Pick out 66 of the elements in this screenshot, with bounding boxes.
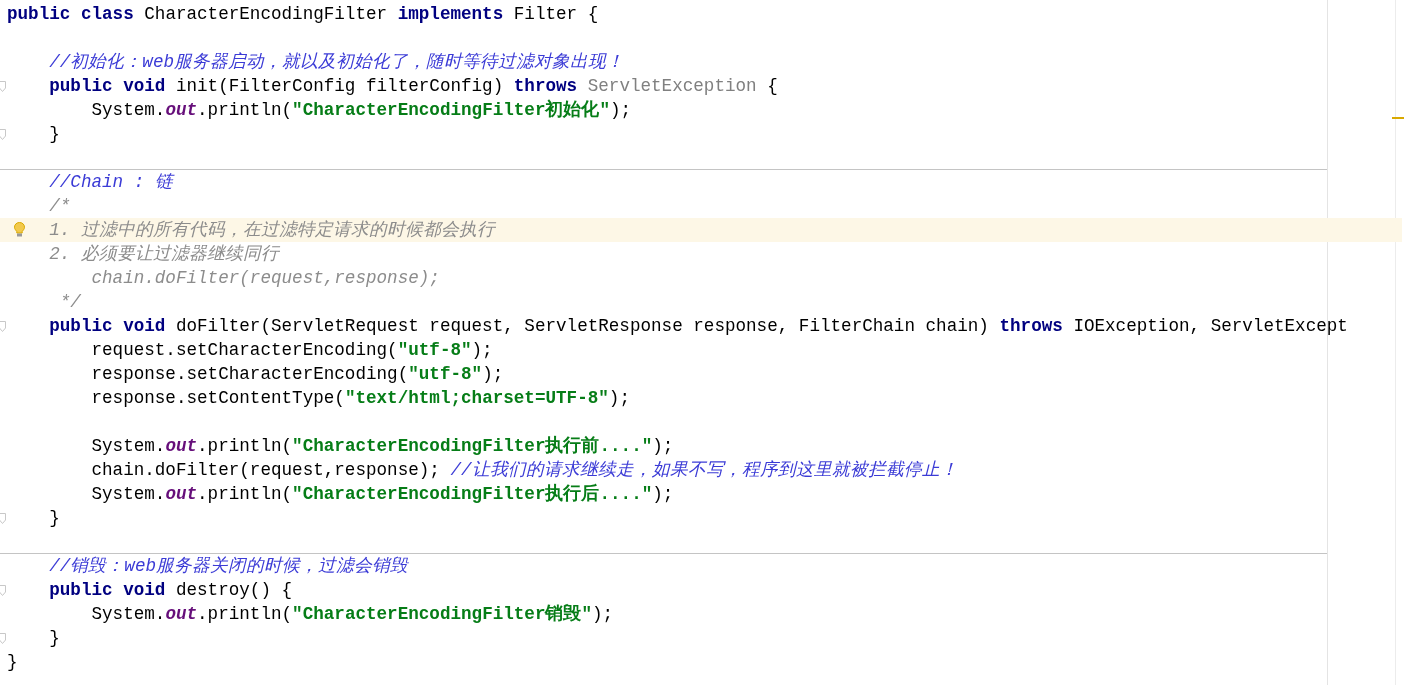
code-text: ); (652, 436, 674, 456)
code-text: ); (482, 364, 504, 384)
keyword-text: public void (49, 580, 166, 600)
field-name: out (165, 484, 198, 504)
fold-marker-icon[interactable] (0, 128, 6, 140)
code-text: .println( (197, 436, 293, 456)
warning-stripe-mark[interactable] (1392, 117, 1404, 119)
code-text: } (49, 508, 60, 528)
code-text: response.setCharacterEncoding( (91, 364, 409, 384)
field-name: out (165, 604, 198, 624)
code-text: System. (91, 484, 166, 504)
doc-comment: chain.doFilter(request,response); (91, 268, 440, 288)
keyword-text: public void (49, 316, 166, 336)
code-comment: //初始化：web服务器启动，就以及初始化了，随时等待过滤对象出现！ (49, 52, 625, 72)
string-literal: "text/html;charset=UTF-8" (344, 388, 609, 408)
keyword-text: implements (397, 4, 504, 24)
keyword-text: throws (513, 76, 578, 96)
code-comment: //让我们的请求继续走，如果不写，程序到这里就被拦截停止！ (449, 460, 958, 480)
code-text: request.setCharacterEncoding( (91, 340, 398, 360)
code-text: IOException, ServletExcept (1072, 316, 1348, 336)
string-literal: "utf-8" (408, 364, 483, 384)
code-text: System. (91, 604, 166, 624)
doc-comment: 1. 过滤中的所有代码，在过滤特定请求的时候都会执行 (49, 220, 495, 240)
code-text: CharacterEncodingFilter (143, 4, 389, 24)
unused-text: ServletException (586, 76, 757, 96)
code-text: .println( (197, 484, 293, 504)
code-text: destroy() { (174, 580, 293, 600)
keyword-text: public void (49, 76, 166, 96)
keyword-text: public class (7, 4, 134, 24)
lightbulb-icon[interactable] (14, 222, 25, 237)
code-text: } (49, 628, 60, 648)
code-text: System. (91, 436, 166, 456)
field-name: out (165, 436, 198, 456)
fold-marker-icon[interactable] (0, 632, 6, 644)
code-text: ); (471, 340, 493, 360)
code-comment: //Chain : 链 (49, 172, 173, 192)
fold-marker-icon[interactable] (0, 320, 6, 332)
code-text: chain.doFilter(request,response); (91, 460, 440, 480)
code-text: ); (592, 604, 614, 624)
fold-marker-icon[interactable] (0, 80, 6, 92)
code-text: } (49, 124, 60, 144)
code-text: .println( (197, 604, 293, 624)
field-name: out (165, 100, 198, 120)
string-literal: "CharacterEncodingFilter初始化" (292, 100, 611, 120)
code-text: ); (608, 388, 630, 408)
code-text: } (7, 652, 18, 672)
code-text: .println( (197, 100, 293, 120)
code-text: response.setContentType( (91, 388, 345, 408)
code-text: { (766, 76, 778, 96)
code-comment: //销毁：web服务器关闭的时候，过滤会销毁 (49, 556, 409, 576)
string-literal: "CharacterEncodingFilter执行前...." (292, 436, 653, 456)
code-text: ); (610, 100, 632, 120)
string-literal: "CharacterEncodingFilter销毁" (292, 604, 593, 624)
doc-comment: /* (49, 196, 71, 216)
string-literal: "utf-8" (397, 340, 472, 360)
code-text: Filter { (512, 4, 599, 24)
code-text: init(FilterConfig filterConfig) (174, 76, 505, 96)
code-text: System. (91, 100, 166, 120)
code-text: doFilter(ServletRequest request, ServletResponse response, FilterChain chain) (174, 316, 990, 336)
doc-comment: 2. 必须要让过滤器继续同行 (49, 244, 279, 264)
keyword-text: throws (999, 316, 1063, 336)
fold-marker-icon[interactable] (0, 584, 6, 596)
fold-marker-icon[interactable] (0, 512, 6, 524)
doc-comment: */ (59, 292, 81, 312)
string-literal: "CharacterEncodingFilter执行后...." (292, 484, 653, 504)
code-text: ); (652, 484, 674, 504)
